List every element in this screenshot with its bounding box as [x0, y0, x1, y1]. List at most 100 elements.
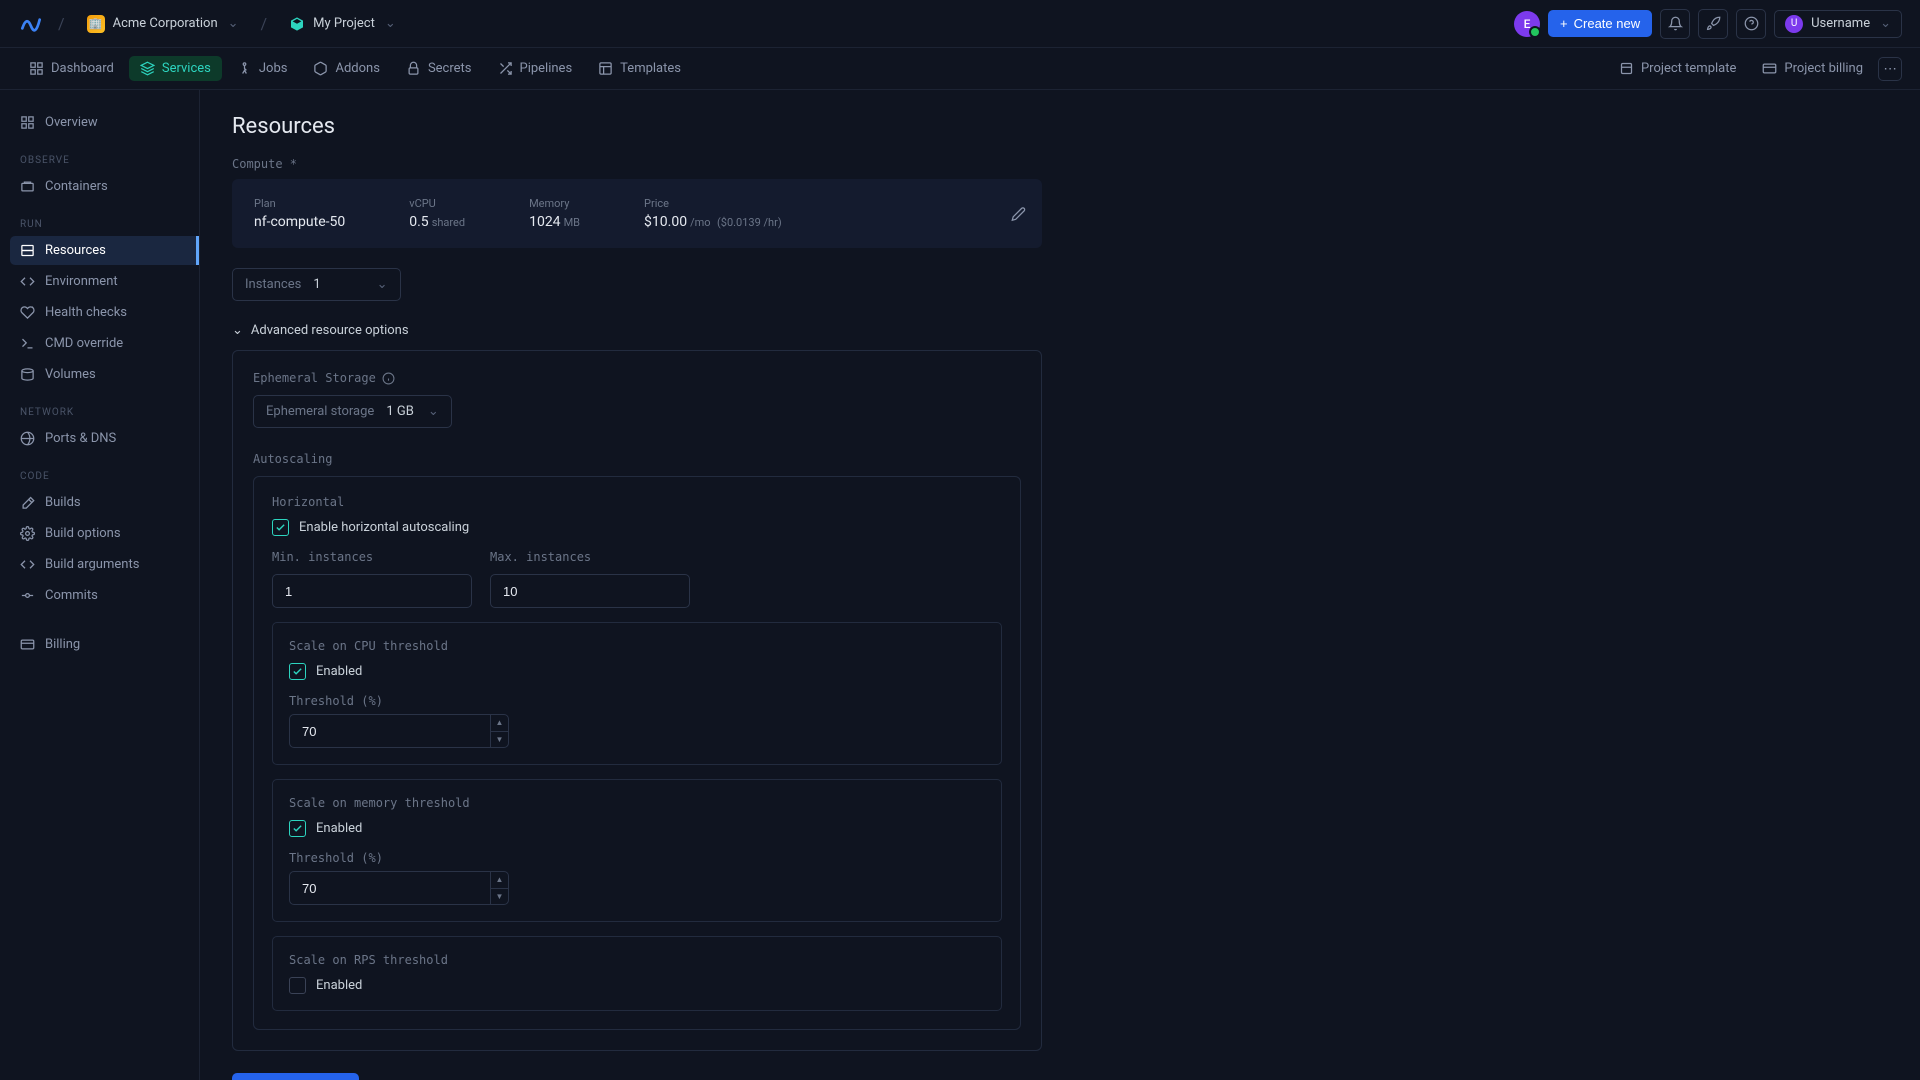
- chevron-down-icon: ⌄: [428, 404, 439, 419]
- bell-icon: [1668, 16, 1683, 31]
- mem-threshold-label: Threshold (%): [289, 851, 985, 865]
- breadcrumb-sep: /: [261, 14, 268, 33]
- autoscaling-label: Autoscaling: [253, 452, 1021, 466]
- cpu-enabled-checkbox[interactable]: [289, 663, 306, 680]
- compute-card: Plannf-compute-50 vCPU0.5shared Memory10…: [232, 179, 1042, 248]
- template-icon: [1619, 61, 1634, 76]
- nav-templates[interactable]: Templates: [587, 56, 692, 81]
- user-menu[interactable]: U Username ⌄: [1774, 10, 1902, 38]
- package-icon: [313, 61, 328, 76]
- navbar: Dashboard Services Jobs Addons Secrets P…: [0, 48, 1920, 90]
- commit-icon: [20, 588, 35, 603]
- sidebar-overview[interactable]: Overview: [10, 108, 189, 137]
- main-content: Resources Compute * Plannf-compute-50 vC…: [200, 90, 1920, 1080]
- rocket-icon: [1706, 16, 1721, 31]
- cpu-threshold-box: Scale on CPU threshold Enabled Threshold…: [272, 622, 1002, 765]
- enable-horizontal-checkbox[interactable]: [272, 519, 289, 536]
- plus-icon: +: [1560, 16, 1568, 31]
- sidebar-health-checks[interactable]: Health checks: [10, 298, 189, 327]
- code-icon: [20, 557, 35, 572]
- breadcrumb-sep: /: [58, 14, 65, 33]
- nav-project-template[interactable]: Project template: [1608, 56, 1747, 81]
- create-new-button[interactable]: + Create new: [1548, 10, 1652, 37]
- chevron-down-icon: ⌄: [228, 16, 239, 31]
- step-up-icon[interactable]: ▲: [491, 872, 508, 889]
- sidebar-commits[interactable]: Commits: [10, 581, 189, 610]
- sidebar-resources[interactable]: Resources: [10, 236, 199, 265]
- disk-icon: [20, 367, 35, 382]
- chevron-down-icon: ⌄: [232, 323, 243, 338]
- sidebar-cmd-override[interactable]: CMD override: [10, 329, 189, 358]
- advanced-options-toggle[interactable]: ⌄ Advanced resource options: [232, 323, 1888, 338]
- sidebar-ports-dns[interactable]: Ports & DNS: [10, 424, 189, 453]
- nav-pipelines[interactable]: Pipelines: [487, 56, 584, 81]
- step-up-icon[interactable]: ▲: [491, 715, 508, 732]
- cpu-threshold-input[interactable]: ▲▼: [289, 714, 509, 748]
- sidebar-build-options[interactable]: Build options: [10, 519, 189, 548]
- plan-value: nf-compute-50: [254, 214, 345, 230]
- mem-threshold-title: Scale on memory threshold: [289, 796, 985, 810]
- grid-icon: [29, 61, 44, 76]
- rps-enabled-checkbox[interactable]: [289, 977, 306, 994]
- project-selector[interactable]: My Project ⌄: [281, 12, 404, 36]
- sidebar-volumes[interactable]: Volumes: [10, 360, 189, 389]
- nav-addons[interactable]: Addons: [302, 56, 390, 81]
- horizontal-label: Horizontal: [272, 495, 1002, 509]
- nav-services[interactable]: Services: [129, 56, 222, 81]
- mem-enabled-checkbox[interactable]: [289, 820, 306, 837]
- org-selector[interactable]: 🏢 Acme Corporation ⌄: [79, 11, 247, 37]
- sidebar-build-arguments[interactable]: Build arguments: [10, 550, 189, 579]
- changelog-button[interactable]: [1698, 9, 1728, 39]
- more-button[interactable]: ⋯: [1878, 57, 1902, 81]
- page-title: Resources: [232, 114, 1888, 139]
- layers-icon: [140, 61, 155, 76]
- sidebar-builds[interactable]: Builds: [10, 488, 189, 517]
- code-icon: [20, 274, 35, 289]
- grid-icon: [20, 115, 35, 130]
- logo[interactable]: [18, 11, 44, 37]
- sidebar-environment[interactable]: Environment: [10, 267, 189, 296]
- sidebar-containers[interactable]: Containers: [10, 172, 189, 201]
- cpu-threshold-label: Threshold (%): [289, 694, 985, 708]
- nav-jobs[interactable]: Jobs: [226, 56, 299, 81]
- max-instances-input[interactable]: ▲▼: [490, 574, 690, 608]
- sidebar-header-observe: OBSERVE: [10, 145, 189, 172]
- help-icon: [1744, 16, 1759, 31]
- pencil-icon: [1011, 206, 1026, 221]
- chevron-down-icon: ⌄: [385, 16, 396, 31]
- nav-project-billing[interactable]: Project billing: [1751, 56, 1874, 81]
- sidebar-header-run: RUN: [10, 209, 189, 236]
- instances-select[interactable]: Instances 1 ⌄: [232, 268, 401, 301]
- sidebar: Overview OBSERVE Containers RUN Resource…: [0, 90, 200, 1080]
- step-down-icon[interactable]: ▼: [491, 732, 508, 748]
- sidebar-billing[interactable]: Billing: [10, 630, 189, 659]
- nav-dashboard[interactable]: Dashboard: [18, 56, 125, 81]
- topbar: / 🏢 Acme Corporation ⌄ / My Project ⌄ E …: [0, 0, 1920, 48]
- info-icon[interactable]: [382, 372, 395, 385]
- ephemeral-select[interactable]: Ephemeral storage 1 GB ⌄: [253, 395, 452, 428]
- min-instances-input[interactable]: ▲▼: [272, 574, 472, 608]
- notifications-button[interactable]: [1660, 9, 1690, 39]
- compute-label: Compute *: [232, 157, 1888, 171]
- server-icon: [20, 243, 35, 258]
- container-icon: [20, 179, 35, 194]
- vcpu-label: vCPU: [409, 197, 465, 210]
- mem-threshold-input[interactable]: ▲▼: [289, 871, 509, 905]
- memory-threshold-box: Scale on memory threshold Enabled Thresh…: [272, 779, 1002, 922]
- memory-label: Memory: [529, 197, 580, 210]
- price-label: Price: [644, 197, 782, 210]
- nav-secrets[interactable]: Secrets: [395, 56, 483, 81]
- advanced-panel: Ephemeral Storage Ephemeral storage 1 GB…: [232, 350, 1042, 1051]
- org-name: Acme Corporation: [113, 16, 218, 31]
- help-button[interactable]: [1736, 9, 1766, 39]
- enable-horizontal-label: Enable horizontal autoscaling: [299, 520, 469, 535]
- dots-icon: ⋯: [1883, 61, 1896, 77]
- step-down-icon[interactable]: ▼: [491, 889, 508, 905]
- card-icon: [1762, 61, 1777, 76]
- avatar[interactable]: E: [1514, 11, 1540, 37]
- rps-threshold-title: Scale on RPS threshold: [289, 953, 985, 967]
- edit-compute-button[interactable]: [1011, 206, 1026, 221]
- rps-threshold-box: Scale on RPS threshold Enabled: [272, 936, 1002, 1011]
- ephemeral-label: Ephemeral Storage: [253, 371, 1021, 385]
- update-restart-button[interactable]: Update & restart: [232, 1073, 359, 1080]
